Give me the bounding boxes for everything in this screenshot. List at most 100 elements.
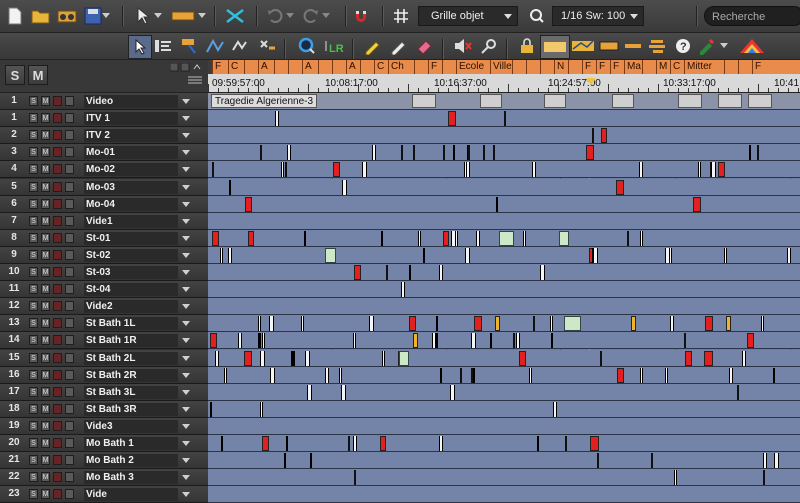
zoom-tool-icon[interactable] [296, 35, 318, 57]
audio-clip[interactable] [423, 248, 425, 263]
marker[interactable] [512, 60, 526, 74]
audio-clip[interactable] [763, 470, 765, 485]
audio-clip[interactable] [262, 436, 269, 451]
track-mute-button[interactable]: M [41, 267, 50, 277]
track-dropdown-icon[interactable] [182, 338, 190, 343]
snap-magnet-icon[interactable] [352, 5, 374, 27]
audio-clip[interactable] [382, 351, 385, 366]
track-header[interactable]: 12 S M Vide2 [0, 298, 208, 315]
track-dropdown-icon[interactable] [182, 373, 190, 378]
track-dropdown-icon[interactable] [182, 202, 190, 207]
audio-clip[interactable] [292, 351, 294, 366]
track-lane[interactable] [208, 144, 800, 161]
track-name[interactable]: St-01 [84, 232, 178, 245]
audio-clip[interactable] [275, 111, 279, 126]
snap-value-select[interactable]: 1/16 Sw: 100 [552, 6, 644, 26]
track-input-button[interactable] [65, 301, 74, 311]
track-solo-button[interactable]: S [29, 421, 38, 431]
color-tool-icon[interactable] [170, 5, 196, 27]
audio-clip[interactable] [221, 436, 223, 451]
pencil-white-icon[interactable] [388, 35, 410, 57]
track-name[interactable]: St-04 [84, 283, 178, 296]
audio-clip[interactable] [353, 333, 356, 348]
track-dropdown-icon[interactable] [182, 287, 190, 292]
track-mute-button[interactable]: M [41, 216, 50, 226]
marker[interactable]: C [374, 60, 388, 74]
track-lane[interactable] [208, 196, 800, 213]
track-solo-button[interactable]: S [29, 370, 38, 380]
split-tool-icon[interactable] [178, 35, 200, 57]
track-mute-button[interactable]: M [41, 455, 50, 465]
audio-clip[interactable] [749, 145, 751, 160]
track-dropdown-icon[interactable] [182, 492, 190, 497]
track-input-button[interactable] [65, 284, 74, 294]
track-solo-button[interactable]: S [29, 267, 38, 277]
audio-clip[interactable] [474, 316, 482, 331]
track-header[interactable]: 13 S M St Bath 1L [0, 315, 208, 332]
marker[interactable]: N [554, 60, 568, 74]
track-input-button[interactable] [65, 164, 74, 174]
eraser-icon[interactable] [414, 35, 436, 57]
track-solo-button[interactable]: S [29, 353, 38, 363]
track-dropdown-icon[interactable] [182, 133, 190, 138]
new-file-icon[interactable] [4, 5, 26, 27]
grid-icon[interactable] [390, 5, 412, 27]
audio-clip[interactable] [601, 128, 607, 143]
track-input-button[interactable] [65, 335, 74, 345]
track-mute-button[interactable]: M [41, 164, 50, 174]
track-header[interactable]: 19 S M Vide3 [0, 418, 208, 435]
audio-clip[interactable] [483, 145, 485, 160]
audio-clip[interactable] [698, 162, 701, 177]
audio-clip[interactable] [354, 265, 361, 280]
audio-clip[interactable] [490, 333, 492, 348]
track-header[interactable]: 17 S M St Bath 3L [0, 384, 208, 401]
mute-tool-icon[interactable] [452, 35, 474, 57]
track-header[interactable]: 15 S M St Bath 2L [0, 350, 208, 367]
track-lane[interactable] [208, 161, 800, 178]
track-record-button[interactable] [53, 318, 62, 328]
marker[interactable] [526, 60, 540, 74]
track-record-button[interactable] [53, 199, 62, 209]
video-thumbnail[interactable] [480, 94, 502, 108]
audio-clip[interactable] [674, 470, 677, 485]
audio-clip[interactable] [244, 351, 252, 366]
audio-clip[interactable] [210, 333, 217, 348]
audio-clip[interactable] [448, 111, 456, 126]
audio-clip[interactable] [418, 231, 421, 246]
track-header[interactable]: 6 S M Mo-04 [0, 196, 208, 213]
audio-clip[interactable] [212, 162, 214, 177]
marker[interactable]: F [428, 60, 442, 74]
track-lane[interactable] [208, 230, 800, 247]
track-mute-button[interactable]: M [41, 370, 50, 380]
audio-clip[interactable] [238, 333, 242, 348]
track-record-button[interactable] [53, 421, 62, 431]
audio-clip[interactable] [224, 368, 227, 383]
audio-clip[interactable] [354, 470, 356, 485]
track-dropdown-icon[interactable] [182, 270, 190, 275]
audio-clip[interactable] [787, 248, 791, 263]
select-tool-icon[interactable] [128, 35, 152, 59]
audio-clip[interactable] [210, 402, 212, 417]
audio-clip[interactable] [260, 145, 262, 160]
audio-clip[interactable] [260, 351, 265, 366]
track-record-button[interactable] [53, 284, 62, 294]
audio-clip[interactable] [513, 333, 515, 348]
audio-clip[interactable] [212, 231, 219, 246]
timeline-area[interactable]: Tragedie Algerienne-3 [208, 93, 800, 503]
audio-clip[interactable] [401, 282, 405, 297]
track-name[interactable]: Vide3 [84, 420, 178, 433]
track-record-button[interactable] [53, 147, 62, 157]
track-name[interactable]: St Bath 1R [84, 334, 178, 347]
track-solo-button[interactable]: S [29, 96, 38, 106]
marker[interactable] [442, 60, 456, 74]
track-name[interactable]: Vide [84, 488, 178, 501]
track-dropdown-icon[interactable] [182, 99, 190, 104]
audio-clip[interactable] [471, 368, 473, 383]
audio-clip[interactable] [640, 368, 643, 383]
timeline-ruler[interactable]: F C A A A C Ch F Ecole Ville N F F F Ma M C Mitter F 09:59… [208, 60, 800, 93]
marker[interactable] [332, 60, 346, 74]
track-lane[interactable] [208, 469, 800, 486]
track-name[interactable]: St-03 [84, 266, 178, 279]
track-solo-button[interactable]: S [29, 233, 38, 243]
track-name[interactable]: St Bath 3R [84, 403, 178, 416]
